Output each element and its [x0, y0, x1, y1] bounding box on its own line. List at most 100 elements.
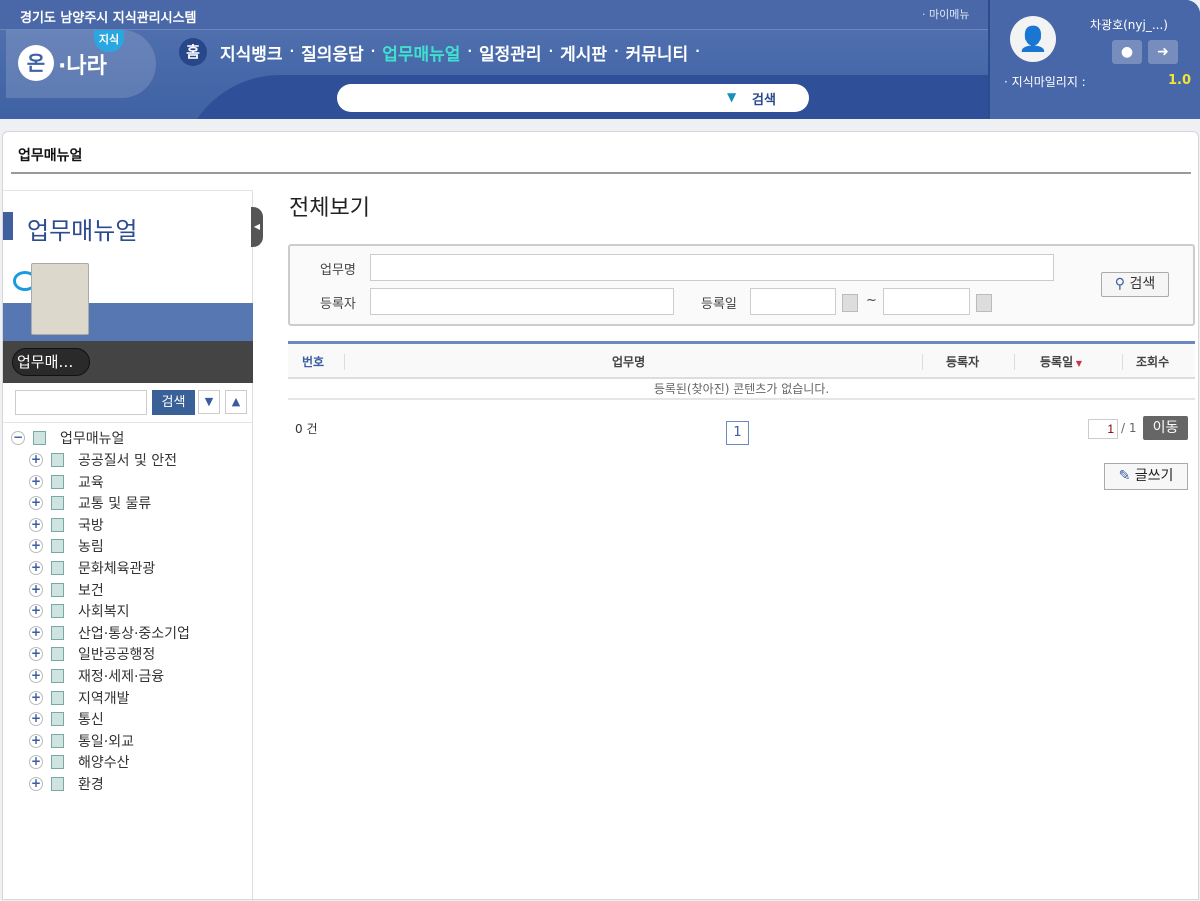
plus-icon[interactable]: +	[29, 604, 43, 619]
name-input[interactable]	[370, 254, 1054, 281]
plus-icon[interactable]: +	[29, 755, 43, 770]
search-button-label: 검색	[1129, 276, 1156, 292]
tree-node[interactable]: + 교통 및 물류	[29, 493, 151, 513]
global-search-button[interactable]: 검색	[752, 89, 776, 108]
nav-qna[interactable]: 질의응답	[301, 40, 364, 65]
nav-board[interactable]: 게시판	[560, 40, 607, 65]
header: 경기도 남양주시 지식관리시스템 · 마이메뉴 온 ·나라 지식 홈 지식뱅크 ·…	[0, 0, 1200, 119]
plus-icon[interactable]: +	[29, 561, 43, 575]
col-number[interactable]: 번호	[302, 353, 324, 370]
system-title: 경기도 남양주시 지식관리시스템	[20, 11, 197, 26]
tree-node[interactable]: + 보건	[29, 580, 104, 600]
tree-node[interactable]: + 환경	[29, 774, 104, 794]
avatar: 👤	[1010, 16, 1056, 62]
page-container: 업무매뉴얼 업무매뉴얼 업무매… 검색 ▼ ▲ − 업무매뉴얼 + 공공질서 및 안…	[2, 131, 1199, 901]
plus-icon[interactable]: +	[29, 517, 43, 532]
search-icon: ⚲	[1114, 276, 1126, 292]
logout-icon[interactable]: ➜	[1148, 40, 1178, 64]
calendar-icon[interactable]	[842, 294, 858, 312]
category-pill[interactable]: 업무매…	[12, 348, 90, 376]
minus-icon[interactable]: −	[11, 431, 25, 445]
col-author[interactable]: 등록자	[946, 353, 979, 370]
nav-community[interactable]: 커뮤니티	[626, 40, 689, 65]
date-from-input[interactable]	[750, 288, 836, 315]
tree-node[interactable]: + 농림	[29, 536, 104, 556]
tree-node[interactable]: + 통신	[29, 709, 104, 729]
tree-node[interactable]: + 재정·세제·금융	[29, 666, 164, 686]
plus-icon[interactable]: +	[29, 453, 43, 467]
nav-work-manual[interactable]: 업무매뉴얼	[382, 40, 460, 65]
tree-node[interactable]: + 지역개발	[29, 688, 130, 708]
global-search-input[interactable]: ▼ 검색	[337, 84, 809, 112]
tree-root[interactable]: − 업무매뉴얼	[11, 428, 124, 448]
tree-node[interactable]: + 교육	[29, 472, 104, 492]
search-button[interactable]: ⚲ 검색	[1101, 272, 1169, 297]
calendar-icon[interactable]	[976, 294, 992, 312]
my-menu-link[interactable]: · 마이메뉴	[922, 6, 969, 22]
plus-icon[interactable]: +	[29, 690, 43, 705]
page-input[interactable]	[1088, 419, 1118, 439]
empty-message: 등록된(찾아진) 콘텐츠가 없습니다.	[288, 379, 1195, 400]
nav-knowledge-bank[interactable]: 지식뱅크	[220, 40, 283, 65]
date-to-input[interactable]	[883, 288, 970, 315]
tree-node[interactable]: + 공공질서 및 안전	[29, 450, 177, 470]
plus-icon[interactable]: +	[29, 669, 43, 683]
logo-nara: ·나라	[58, 54, 107, 79]
sort-desc-icon: ▼	[1073, 359, 1083, 368]
tree-node[interactable]: + 사회복지	[29, 601, 130, 621]
author-input[interactable]	[370, 288, 674, 315]
user-icon[interactable]: ●	[1112, 40, 1142, 64]
write-button[interactable]: ✎ 글쓰기	[1104, 463, 1188, 490]
plus-icon[interactable]: +	[29, 474, 43, 489]
divider	[344, 354, 345, 370]
tree-node[interactable]: + 일반공공행정	[29, 644, 155, 664]
col-date[interactable]: 등록일 ▼	[1040, 353, 1082, 370]
tree-node[interactable]: + 해양수산	[29, 752, 130, 772]
tree-search-input[interactable]	[15, 390, 147, 415]
document-icon	[51, 733, 64, 748]
nav-schedule[interactable]: 일정관리	[479, 40, 542, 65]
top-bar: 경기도 남양주시 지식관리시스템 · 마이메뉴	[0, 0, 988, 30]
document-icon	[51, 496, 64, 511]
home-button[interactable]: 홈	[179, 38, 207, 66]
category-bar: 업무매…	[3, 341, 253, 383]
plus-icon[interactable]: +	[29, 733, 43, 748]
tree-node[interactable]: + 문화체육관광	[29, 558, 155, 578]
divider	[3, 422, 253, 423]
tree-label: 사회복지	[78, 604, 130, 621]
sidebar-title: 업무매뉴얼	[27, 217, 138, 245]
pencil-icon: ✎	[1118, 468, 1131, 484]
page-1[interactable]: 1	[726, 421, 749, 445]
name-label: 업무명	[320, 263, 356, 278]
tree-node[interactable]: + 국방	[29, 515, 104, 535]
tree-label: 공공질서 및 안전	[78, 453, 178, 469]
tree-search-button[interactable]: 검색	[152, 390, 195, 415]
go-button[interactable]: 이동	[1143, 416, 1188, 440]
document-icon	[51, 582, 64, 597]
col-views[interactable]: 조회수	[1136, 353, 1169, 370]
plus-icon[interactable]: +	[29, 539, 43, 554]
tree-node[interactable]: + 통일·외교	[29, 731, 134, 751]
dropdown-arrow-icon[interactable]: ▼	[727, 90, 736, 104]
plus-icon[interactable]: +	[29, 777, 43, 791]
collapse-all-icon[interactable]: ▲	[225, 390, 247, 414]
tree-label: 보건	[78, 582, 104, 599]
plus-icon[interactable]: +	[29, 496, 43, 511]
divider	[11, 172, 1191, 174]
file-cabinet-icon	[31, 263, 89, 335]
tree-label: 해양수산	[78, 755, 130, 772]
table-header: 번호 업무명 등록자 등록일 ▼ 조회수	[288, 341, 1195, 379]
logo[interactable]: 온 ·나라 지식	[6, 30, 156, 98]
plus-icon[interactable]: +	[29, 625, 43, 640]
document-icon	[51, 690, 64, 705]
tree-label: 농림	[78, 539, 104, 556]
plus-icon[interactable]: +	[29, 712, 43, 727]
collapse-sidebar-icon[interactable]: ◀	[251, 207, 263, 247]
document-icon	[51, 712, 64, 727]
tree-node[interactable]: + 산업·통상·중소기업	[29, 623, 190, 643]
plus-icon[interactable]: +	[29, 647, 43, 662]
my-menu-label: 마이메뉴	[929, 8, 970, 21]
expand-all-icon[interactable]: ▼	[198, 390, 220, 414]
plus-icon[interactable]: +	[29, 582, 43, 597]
col-title[interactable]: 업무명	[612, 353, 645, 370]
